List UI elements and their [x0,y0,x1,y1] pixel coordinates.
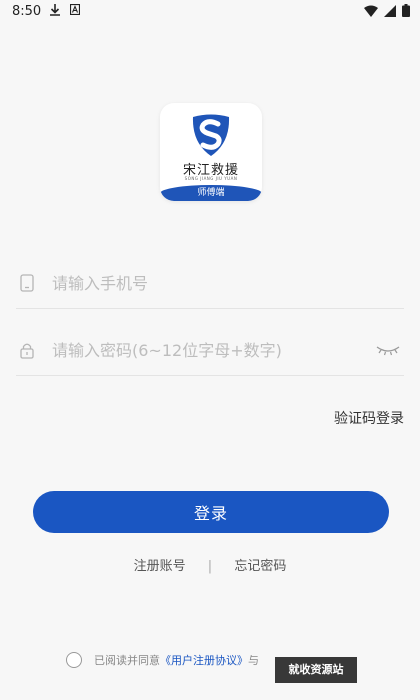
eye-closed-icon[interactable] [376,345,400,357]
agreement-suffix: 与 [248,654,259,667]
battery-icon [402,4,410,17]
status-time: 8:50 [12,4,42,19]
account-links: 注册账号 | 忘记密码 [0,555,420,574]
logo-band: 师傅端 [160,185,262,201]
app-logo: 宋江救援 SONG JIANG JIU YUAN 师傅端 [160,103,262,201]
shield-logo-icon [192,114,230,156]
agreement-radio[interactable] [66,652,82,668]
logo-pinyin: SONG JIANG JIU YUAN [184,176,238,181]
sms-login-link[interactable]: 验证码登录 [334,408,404,428]
status-bar: 8:50 [0,0,420,24]
login-button[interactable]: 登录 [33,491,389,533]
phone-input[interactable] [52,270,372,296]
user-agreement-link[interactable]: 《用户注册协议》 [160,652,248,668]
links-separator: | [207,559,213,574]
password-input[interactable] [52,337,372,363]
agreement-prefix: 已阅读并同意 [94,654,160,667]
watermark: 就收资源站 [275,657,357,683]
password-field [16,325,404,376]
register-link[interactable]: 注册账号 [134,559,186,574]
lock-icon [20,343,34,359]
wifi-icon [364,5,378,17]
download-icon [50,4,60,16]
signal-icon [384,4,396,17]
status-icons [364,4,410,17]
a-icon [70,4,80,15]
phone-icon [20,274,34,292]
phone-field [16,258,404,309]
agreement-row: 已阅读并同意 《用户注册协议》 与 [66,652,259,668]
forgot-password-link[interactable]: 忘记密码 [234,559,286,574]
